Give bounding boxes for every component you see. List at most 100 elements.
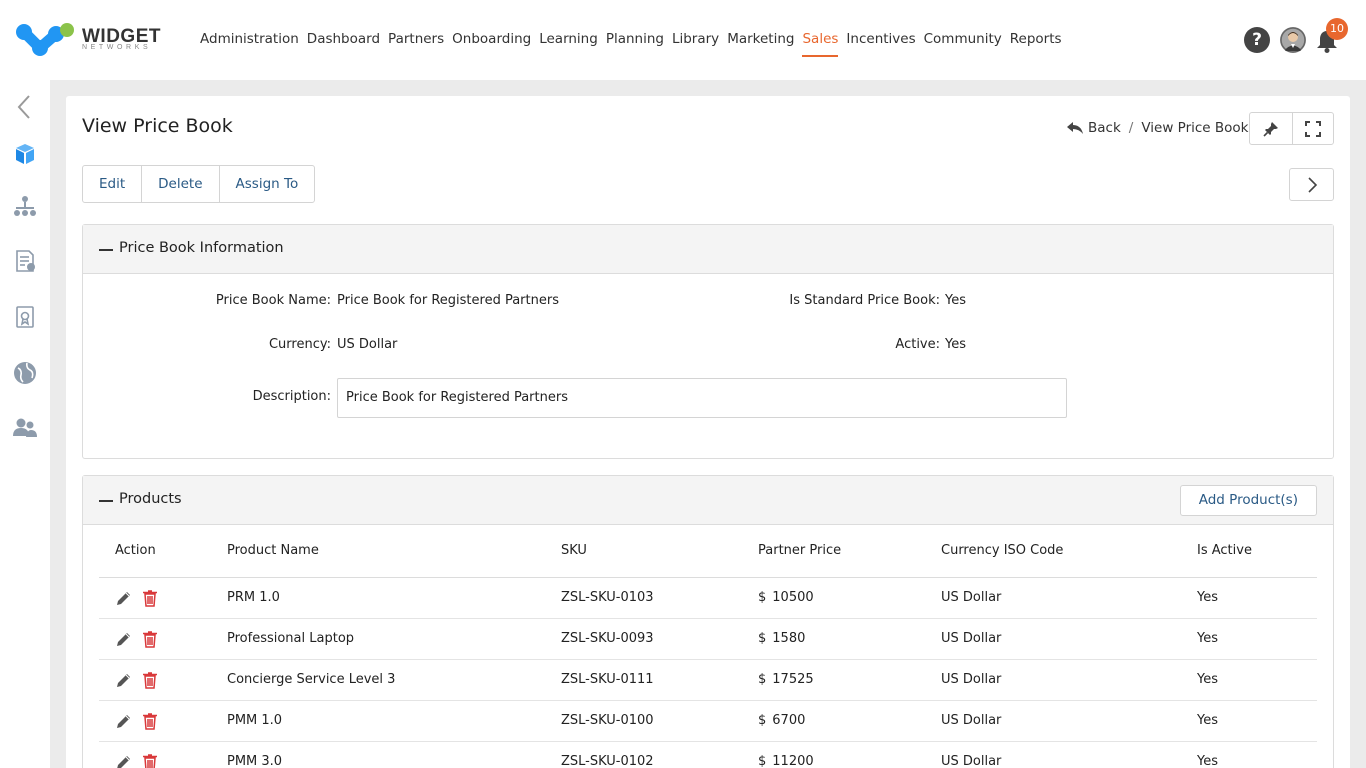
sku-cell: ZSL-SKU-0111 — [545, 659, 742, 701]
table-row: PRM 1.0 ZSL-SKU-0103 $10500 US Dollar Ye… — [99, 577, 1317, 619]
active-cell: Yes — [1181, 659, 1317, 701]
question-circle-icon[interactable]: ? — [1244, 27, 1270, 53]
nav-onboarding[interactable]: Onboarding — [448, 30, 535, 60]
nav-dashboard[interactable]: Dashboard — [303, 30, 384, 60]
is-standard-value: Yes — [945, 293, 966, 308]
currency-cell: US Dollar — [925, 741, 1181, 768]
section-header[interactable]: Price Book Information — [83, 225, 1333, 274]
page-title: View Price Book — [82, 115, 233, 137]
section-title: Products — [119, 491, 182, 507]
price-book-name-value: Price Book for Registered Partners — [337, 293, 559, 308]
reply-arrow-icon[interactable] — [1066, 121, 1084, 135]
pencil-icon[interactable] — [115, 753, 133, 768]
logo-mark-icon — [16, 23, 74, 56]
column-header[interactable]: Is Active — [1181, 525, 1317, 578]
certificate-icon[interactable] — [12, 304, 38, 330]
column-header: Action — [99, 525, 211, 578]
trash-icon[interactable] — [141, 589, 159, 607]
table-row: Professional Laptop ZSL-SKU-0093 $1580 U… — [99, 618, 1317, 660]
breadcrumb-separator: / — [1128, 120, 1134, 136]
currency-value: US Dollar — [337, 337, 398, 352]
price-cell: $10500 — [742, 577, 925, 619]
product-name-link[interactable]: Professional Laptop — [211, 618, 545, 660]
currency-symbol: $ — [758, 713, 767, 728]
nav-library[interactable]: Library — [668, 30, 723, 60]
description-label: Description: — [252, 389, 331, 404]
chevron-right-icon — [1307, 176, 1317, 193]
left-sidebar — [0, 80, 50, 768]
trash-icon[interactable] — [141, 630, 159, 648]
pencil-icon[interactable] — [115, 671, 133, 689]
row-actions — [99, 618, 211, 660]
active-cell: Yes — [1181, 577, 1317, 619]
users-icon[interactable] — [12, 415, 38, 441]
price-value: 11200 — [772, 754, 814, 768]
collapse-chevron-icon[interactable] — [12, 94, 38, 120]
section-title: Price Book Information — [119, 240, 284, 256]
product-name-link[interactable]: Concierge Service Level 3 — [211, 659, 545, 701]
pencil-icon[interactable] — [115, 589, 133, 607]
price-cell: $17525 — [742, 659, 925, 701]
active-cell: Yes — [1181, 700, 1317, 742]
currency-cell: US Dollar — [925, 659, 1181, 701]
is-standard-label: Is Standard Price Book: — [789, 293, 940, 308]
sku-cell: ZSL-SKU-0100 — [545, 700, 742, 742]
nav-marketing[interactable]: Marketing — [723, 30, 798, 60]
trash-icon[interactable] — [141, 753, 159, 768]
record-actions: Edit Delete Assign To — [82, 165, 316, 203]
table-row: PMM 1.0 ZSL-SKU-0100 $6700 US Dollar Yes — [99, 700, 1317, 742]
currency-symbol: $ — [758, 672, 767, 687]
globe-icon[interactable] — [12, 360, 38, 386]
nav-community[interactable]: Community — [920, 30, 1006, 60]
nav-administration[interactable]: Administration — [196, 30, 303, 60]
price-cell: $1580 — [742, 618, 925, 660]
price-book-name-label: Price Book Name: — [215, 293, 331, 308]
pencil-icon[interactable] — [115, 630, 133, 648]
invoice-icon[interactable] — [12, 248, 38, 274]
collapse-minus-icon[interactable] — [99, 249, 113, 251]
fullscreen-button[interactable] — [1291, 113, 1334, 144]
next-record-button[interactable] — [1289, 168, 1334, 201]
pin-button[interactable] — [1250, 113, 1292, 144]
currency-symbol: $ — [758, 631, 767, 646]
back-link[interactable]: Back — [1088, 120, 1121, 136]
nav-reports[interactable]: Reports — [1006, 30, 1066, 60]
currency-cell: US Dollar — [925, 700, 1181, 742]
products-table: Action Product Name SKU Partner Price Cu… — [99, 525, 1317, 768]
column-header[interactable]: Currency ISO Code — [925, 525, 1181, 578]
description-field: Price Book for Registered Partners — [337, 378, 1067, 418]
edit-button[interactable]: Edit — [83, 166, 141, 202]
breadcrumb-current: View Price Book — [1141, 120, 1249, 136]
add-products-button[interactable]: Add Product(s) — [1179, 485, 1317, 516]
nav-incentives[interactable]: Incentives — [842, 30, 919, 60]
products-section: Products Add Product(s) Action Product N… — [82, 475, 1334, 768]
trash-icon[interactable] — [141, 671, 159, 689]
price-value: 6700 — [772, 713, 806, 728]
price-cell: $6700 — [742, 700, 925, 742]
nav-partners[interactable]: Partners — [384, 30, 448, 60]
user-avatar-icon[interactable] — [1280, 27, 1306, 53]
column-header[interactable]: SKU — [545, 525, 742, 578]
column-header[interactable]: Product Name — [211, 525, 545, 578]
currency-cell: US Dollar — [925, 577, 1181, 619]
nav-sales[interactable]: Sales — [798, 30, 842, 60]
nav-learning[interactable]: Learning — [535, 30, 602, 60]
nav-planning[interactable]: Planning — [602, 30, 668, 60]
delete-button[interactable]: Delete — [141, 166, 218, 202]
pencil-icon[interactable] — [115, 712, 133, 730]
currency-symbol: $ — [758, 590, 767, 605]
assign-to-button[interactable]: Assign To — [218, 166, 315, 202]
row-actions — [99, 700, 211, 742]
column-header[interactable]: Partner Price — [742, 525, 925, 578]
section-header[interactable]: Products Add Product(s) — [83, 476, 1333, 525]
product-name-link[interactable]: PMM 3.0 — [211, 741, 545, 768]
sku-cell: ZSL-SKU-0103 — [545, 577, 742, 619]
cubes-icon[interactable] — [12, 141, 38, 167]
org-chart-icon[interactable] — [12, 194, 38, 220]
product-name-link[interactable]: PRM 1.0 — [211, 577, 545, 619]
collapse-minus-icon[interactable] — [99, 500, 113, 502]
pin-icon — [1263, 121, 1278, 137]
price-cell: $11200 — [742, 741, 925, 768]
trash-icon[interactable] — [141, 712, 159, 730]
product-name-link[interactable]: PMM 1.0 — [211, 700, 545, 742]
